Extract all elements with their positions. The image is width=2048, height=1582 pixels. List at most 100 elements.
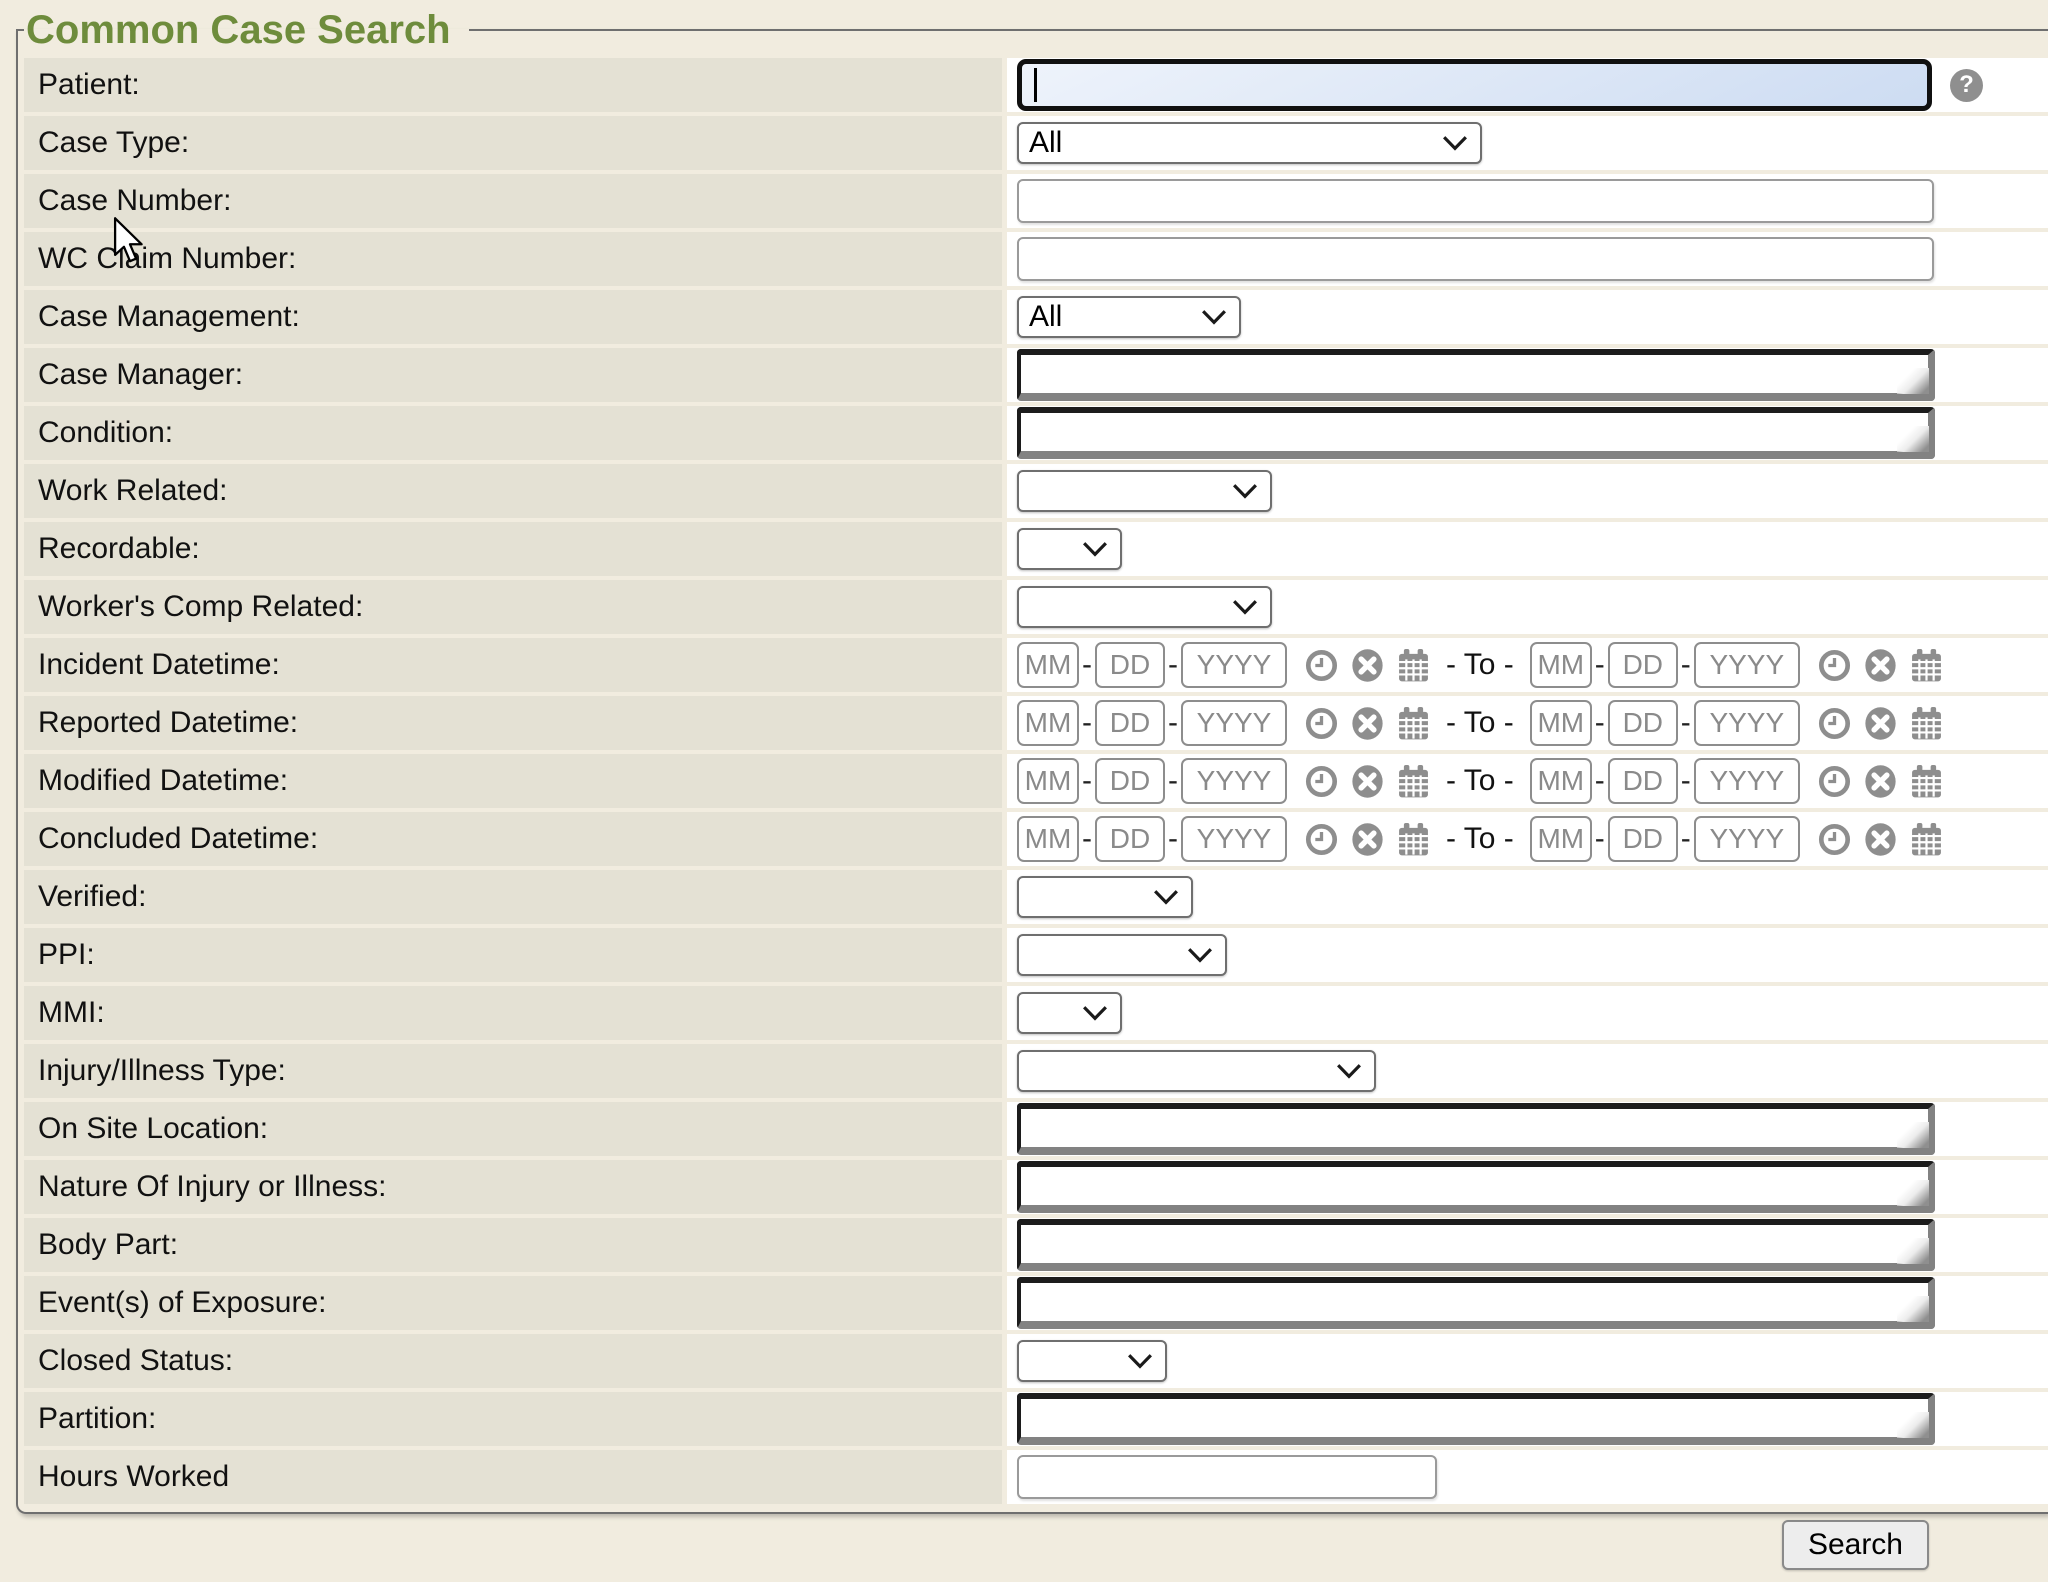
reported-to-month-input[interactable] [1530, 700, 1592, 746]
concluded-from-day-input[interactable] [1095, 816, 1165, 862]
chevron-down-icon [1082, 541, 1108, 557]
workers-comp-related-select[interactable] [1017, 586, 1272, 628]
case-type-label: Case Type: [24, 116, 1002, 170]
case-number-input[interactable] [1017, 179, 1934, 223]
reported-from-clear-icon[interactable] [1351, 705, 1384, 742]
incident-from-month-input[interactable] [1017, 642, 1079, 688]
modified-from-calendar-icon[interactable] [1397, 763, 1430, 800]
case-type-select[interactable]: All [1017, 122, 1482, 164]
body-part-row: Body Part: [24, 1218, 2048, 1272]
modified-from-time-icon[interactable] [1305, 763, 1338, 800]
incident-datetime-label: Incident Datetime: [24, 638, 1002, 692]
wc-claim-number-row: WC Claim Number: [24, 232, 2048, 286]
nature-of-injury-input[interactable] [1017, 1161, 1935, 1213]
case-management-selected-value: All [1029, 300, 1062, 334]
concluded-from-calendar-icon[interactable] [1397, 821, 1430, 858]
date-range-to-label: - To - [1446, 764, 1514, 798]
search-form-rows: Patient: ? Case Type: All Case Number: [24, 58, 2048, 1504]
case-manager-row: Case Manager: [24, 348, 2048, 402]
modified-from-year-input[interactable] [1181, 758, 1287, 804]
workers-comp-related-row: Worker's Comp Related: [24, 580, 2048, 634]
reported-from-time-icon[interactable] [1305, 705, 1338, 742]
concluded-from-clear-icon[interactable] [1351, 821, 1384, 858]
incident-from-year-input[interactable] [1181, 642, 1287, 688]
reported-to-calendar-icon[interactable] [1910, 705, 1943, 742]
concluded-from-month-input[interactable] [1017, 816, 1079, 862]
modified-to-day-input[interactable] [1608, 758, 1678, 804]
condition-input[interactable] [1017, 407, 1935, 459]
recordable-select[interactable] [1017, 528, 1122, 570]
modified-to-year-input[interactable] [1694, 758, 1800, 804]
modified-from-clear-icon[interactable] [1351, 763, 1384, 800]
modified-from-month-input[interactable] [1017, 758, 1079, 804]
reported-to-clear-icon[interactable] [1864, 705, 1897, 742]
concluded-to-month-input[interactable] [1530, 816, 1592, 862]
body-part-input[interactable] [1017, 1219, 1935, 1271]
help-icon[interactable]: ? [1950, 69, 1983, 102]
verified-label: Verified: [24, 870, 1002, 924]
events-of-exposure-row: Event(s) of Exposure: [24, 1276, 2048, 1330]
injury-illness-type-row: Injury/Illness Type: [24, 1044, 2048, 1098]
date-separator: - [1168, 706, 1178, 740]
work-related-select[interactable] [1017, 470, 1272, 512]
events-of-exposure-input[interactable] [1017, 1277, 1935, 1329]
reported-from-year-input[interactable] [1181, 700, 1287, 746]
nature-of-injury-row: Nature Of Injury or Illness: [24, 1160, 2048, 1214]
date-range-to-label: - To - [1446, 706, 1514, 740]
incident-to-month-input[interactable] [1530, 642, 1592, 688]
case-type-selected-value: All [1029, 126, 1062, 160]
concluded-from-time-icon[interactable] [1305, 821, 1338, 858]
ppi-row: PPI: [24, 928, 2048, 982]
modified-to-month-input[interactable] [1530, 758, 1592, 804]
concluded-to-calendar-icon[interactable] [1910, 821, 1943, 858]
incident-to-time-icon[interactable] [1818, 647, 1851, 684]
mmi-select[interactable] [1017, 992, 1122, 1034]
concluded-to-time-icon[interactable] [1818, 821, 1851, 858]
incident-from-time-icon[interactable] [1305, 647, 1338, 684]
incident-to-calendar-icon[interactable] [1910, 647, 1943, 684]
patient-input[interactable] [1017, 59, 1932, 111]
case-management-select[interactable]: All [1017, 296, 1241, 338]
partition-input[interactable] [1017, 1393, 1935, 1445]
concluded-to-day-input[interactable] [1608, 816, 1678, 862]
ppi-select[interactable] [1017, 934, 1227, 976]
incident-from-clear-icon[interactable] [1351, 647, 1384, 684]
chevron-down-icon [1232, 599, 1258, 615]
incident-to-clear-icon[interactable] [1864, 647, 1897, 684]
closed-status-select[interactable] [1017, 1340, 1167, 1382]
modified-to-calendar-icon[interactable] [1910, 763, 1943, 800]
reported-to-time-icon[interactable] [1818, 705, 1851, 742]
search-button[interactable]: Search [1782, 1520, 1929, 1570]
reported-from-calendar-icon[interactable] [1397, 705, 1430, 742]
incident-to-day-input[interactable] [1608, 642, 1678, 688]
date-separator: - [1595, 648, 1605, 682]
verified-select[interactable] [1017, 876, 1193, 918]
workers-comp-related-label: Worker's Comp Related: [24, 580, 1002, 634]
concluded-to-clear-icon[interactable] [1864, 821, 1897, 858]
common-case-search-panel: Common Case Search Patient: ? Case Type:… [16, 8, 2048, 1514]
hours-worked-input[interactable] [1017, 1455, 1437, 1499]
modified-to-clear-icon[interactable] [1864, 763, 1897, 800]
incident-from-calendar-icon[interactable] [1397, 647, 1430, 684]
reported-to-day-input[interactable] [1608, 700, 1678, 746]
chevron-down-icon [1336, 1063, 1362, 1079]
concluded-to-year-input[interactable] [1694, 816, 1800, 862]
incident-from-day-input[interactable] [1095, 642, 1165, 688]
reported-to-year-input[interactable] [1694, 700, 1800, 746]
modified-to-time-icon[interactable] [1818, 763, 1851, 800]
case-manager-input[interactable] [1017, 349, 1935, 401]
modified-from-day-input[interactable] [1095, 758, 1165, 804]
panel-title: Common Case Search [24, 8, 469, 52]
form-footer: Search [0, 1514, 2048, 1570]
reported-from-day-input[interactable] [1095, 700, 1165, 746]
reported-from-month-input[interactable] [1017, 700, 1079, 746]
injury-illness-type-select[interactable] [1017, 1050, 1376, 1092]
concluded-from-year-input[interactable] [1181, 816, 1287, 862]
chevron-down-icon [1187, 947, 1213, 963]
on-site-location-input[interactable] [1017, 1103, 1935, 1155]
chevron-down-icon [1232, 483, 1258, 499]
incident-to-year-input[interactable] [1694, 642, 1800, 688]
wc-claim-number-input[interactable] [1017, 237, 1934, 281]
modified-datetime-label: Modified Datetime: [24, 754, 1002, 808]
on-site-location-label: On Site Location: [24, 1102, 1002, 1156]
